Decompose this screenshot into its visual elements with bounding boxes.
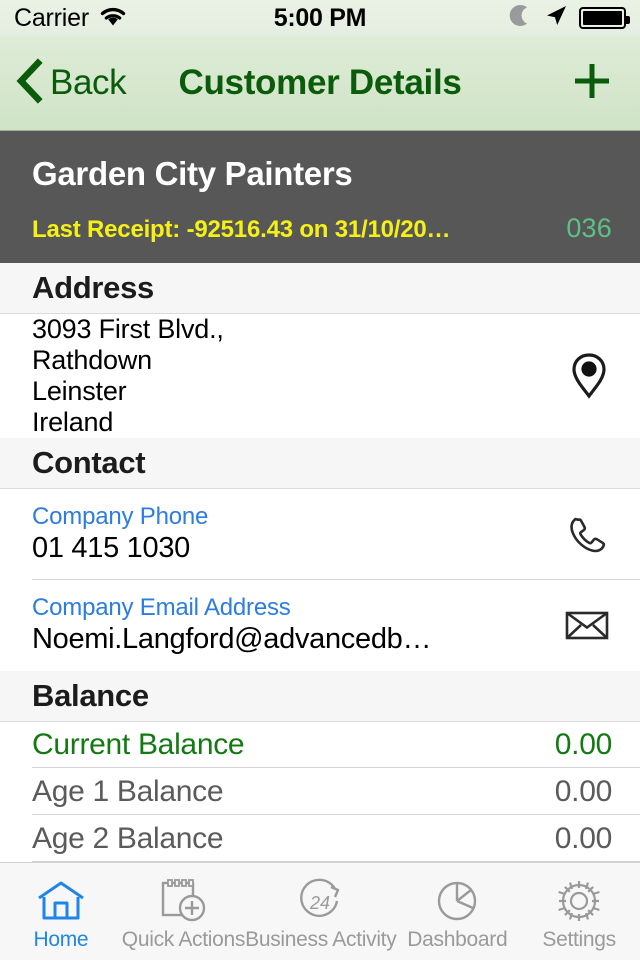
back-button-label: Back	[50, 63, 127, 102]
tab-business-activity-label: Business Activity	[245, 927, 397, 951]
tab-quick-actions-label: Quick Actions	[121, 927, 246, 951]
email-value: Noemi.Langford@advancedb…	[32, 623, 432, 656]
contact-row-phone[interactable]: Company Phone 01 415 1030	[0, 489, 640, 580]
balance-value: 0.00	[554, 821, 613, 855]
customer-details-screen: Carrier 5:00 PM Back Customer Details Ga…	[0, 0, 640, 960]
moon-icon	[509, 3, 533, 34]
balance-row-current[interactable]: Current Balance 0.00	[0, 721, 640, 769]
add-button[interactable]	[568, 57, 616, 110]
section-header-contact: Contact	[0, 438, 640, 489]
customer-subheader: Last Receipt: -92516.43 on 31/10/20… 036	[32, 213, 612, 244]
phone-label: Company Phone	[32, 503, 209, 531]
email-label: Company Email Address	[32, 594, 291, 622]
phone-value: 01 415 1030	[32, 532, 190, 565]
wifi-icon	[98, 4, 128, 33]
tab-settings[interactable]: Settings	[518, 863, 640, 960]
section-header-balance: Balance	[0, 670, 640, 722]
chevron-left-icon	[14, 57, 44, 109]
pie-chart-icon	[431, 876, 483, 926]
map-pin-icon[interactable]	[566, 349, 612, 403]
address-body: 3093 First Blvd., Rathdown Leinster Irel…	[32, 314, 552, 438]
contact-row-email[interactable]: Company Email Address Noemi.Langford@adv…	[0, 579, 640, 671]
address-line: Rathdown	[32, 345, 152, 375]
24-hour-cycle-icon: 24	[295, 876, 347, 926]
home-icon	[35, 876, 87, 926]
tab-home[interactable]: Home	[0, 863, 122, 960]
balance-value: 0.00	[554, 727, 613, 761]
status-bar-right	[509, 3, 630, 34]
gear-icon	[553, 876, 605, 926]
address-line: Ireland	[32, 407, 114, 437]
svg-text:24: 24	[309, 893, 330, 913]
tab-bar: Home Quick Actions 24 Business Activity …	[0, 862, 640, 960]
tab-dashboard[interactable]: Dashboard	[396, 863, 518, 960]
status-bar: Carrier 5:00 PM	[0, 0, 640, 36]
phone-body: Company Phone 01 415 1030	[32, 503, 548, 565]
tab-dashboard-label: Dashboard	[407, 927, 508, 951]
last-receipt-label: Last Receipt: -92516.43 on 31/10/20…	[32, 215, 451, 243]
balance-label: Age 1 Balance	[32, 774, 224, 808]
balance-value: 0.00	[554, 774, 613, 808]
battery-full-icon	[579, 7, 630, 29]
notepad-plus-icon	[157, 876, 209, 926]
navigation-bar: Back Customer Details	[0, 36, 640, 131]
balance-row-age1[interactable]: Age 1 Balance 0.00	[0, 768, 640, 816]
tab-home-label: Home	[33, 927, 89, 951]
email-body: Company Email Address Noemi.Langford@adv…	[32, 594, 548, 656]
section-header-address: Address	[0, 263, 640, 314]
customer-code: 036	[566, 212, 612, 243]
phone-icon[interactable]	[562, 509, 612, 559]
address-row[interactable]: 3093 First Blvd., Rathdown Leinster Irel…	[0, 314, 640, 438]
envelope-icon[interactable]	[562, 605, 612, 645]
plus-icon	[568, 57, 616, 110]
location-arrow-icon	[543, 3, 569, 34]
balance-label: Age 2 Balance	[32, 821, 224, 855]
back-button[interactable]: Back	[0, 57, 127, 109]
carrier-label: Carrier	[14, 3, 89, 32]
address-line: 3093 First Blvd.,	[32, 314, 224, 344]
address-lines: 3093 First Blvd., Rathdown Leinster Irel…	[32, 314, 552, 438]
customer-name: Garden City Painters	[32, 154, 353, 192]
customer-header: Garden City Painters Last Receipt: -9251…	[0, 131, 640, 263]
tab-business-activity[interactable]: 24 Business Activity	[245, 863, 397, 960]
status-bar-left: Carrier	[14, 4, 128, 33]
address-line: Leinster	[32, 376, 127, 406]
tab-settings-label: Settings	[542, 927, 616, 951]
balance-label: Current Balance	[32, 727, 245, 761]
balance-row-age2[interactable]: Age 2 Balance 0.00	[0, 815, 640, 863]
tab-quick-actions[interactable]: Quick Actions	[122, 863, 245, 960]
